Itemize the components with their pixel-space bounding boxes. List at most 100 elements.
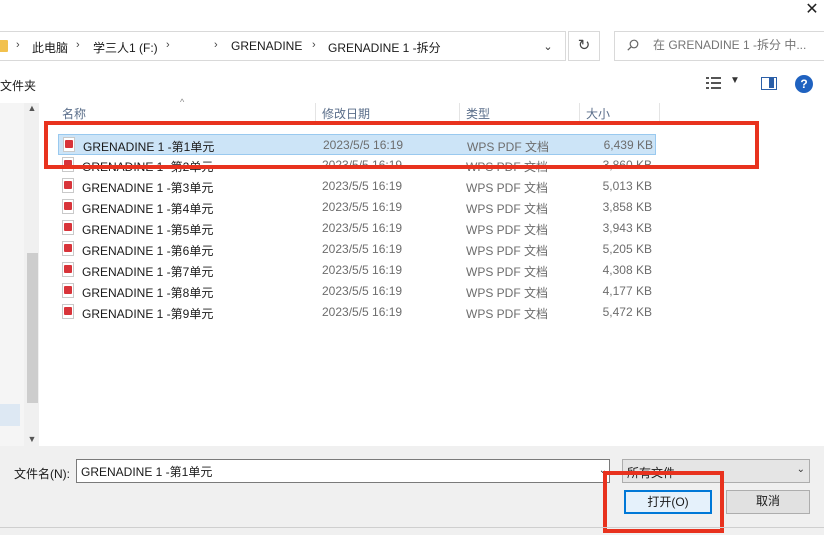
breadcrumb-current-folder[interactable]: GRENADINE 1 -拆分 (328, 39, 441, 56)
scrollbar-thumb[interactable] (27, 253, 38, 403)
breadcrumb-grenadine[interactable]: GRENADINE (231, 39, 302, 53)
column-header-name[interactable]: 名称 (62, 103, 86, 125)
navigation-pane (0, 103, 24, 446)
pdf-file-icon (62, 262, 74, 277)
file-row[interactable]: GRENADINE 1 -第6单元 2023/5/5 16:19 WPS PDF… (58, 239, 656, 260)
file-date: 2023/5/5 16:19 (322, 200, 403, 214)
open-button[interactable]: 打开(O) (624, 490, 712, 514)
pdf-file-icon (62, 199, 74, 214)
refresh-button[interactable]: ↻ (568, 31, 600, 61)
file-type: WPS PDF 文档 (467, 140, 550, 154)
address-dropdown-icon[interactable]: ⌄ (538, 38, 558, 56)
cancel-button[interactable]: 取消 (726, 490, 810, 514)
pdf-file-icon (62, 157, 74, 172)
file-name: GRENADINE 1 -第1单元 (83, 140, 215, 154)
sort-ascending-icon: ^ (180, 97, 185, 107)
breadcrumb-separator[interactable]: › (312, 39, 316, 51)
breadcrumb-drive[interactable]: 学三人1 (F:) (93, 39, 158, 56)
help-icon[interactable]: ? (795, 75, 813, 93)
filename-input[interactable] (76, 459, 610, 483)
file-type: WPS PDF 文档 (466, 160, 549, 174)
breadcrumb-separator[interactable]: › (214, 39, 218, 51)
view-dropdown-icon[interactable]: ▼ (730, 75, 740, 86)
column-divider[interactable] (579, 103, 580, 125)
breadcrumb-separator[interactable]: › (166, 39, 170, 51)
column-divider[interactable] (315, 103, 316, 125)
file-row[interactable]: GRENADINE 1 -第2单元 2023/5/5 16:19 WPS PDF… (58, 155, 656, 176)
file-date: 2023/5/5 16:19 (322, 305, 403, 319)
filename-label: 文件名(N): (14, 467, 70, 481)
file-name: GRENADINE 1 -第4单元 (82, 202, 214, 216)
file-size: 6,439 KB (603, 138, 653, 152)
file-type-filter-value: 所有文件 (627, 466, 676, 480)
file-type: WPS PDF 文档 (466, 244, 549, 258)
file-name: GRENADINE 1 -第6单元 (82, 244, 214, 258)
file-type: WPS PDF 文档 (466, 286, 549, 300)
pdf-file-icon (62, 304, 74, 319)
breadcrumb-separator[interactable]: › (16, 39, 20, 51)
new-folder-button[interactable]: 文件夹 (0, 77, 36, 94)
file-size: 5,013 KB (602, 179, 652, 193)
file-date: 2023/5/5 16:19 (323, 138, 404, 152)
pdf-file-icon (62, 178, 74, 193)
file-date: 2023/5/5 16:19 (322, 284, 403, 298)
file-type: WPS PDF 文档 (466, 307, 549, 321)
file-type: WPS PDF 文档 (466, 181, 549, 195)
column-divider[interactable] (659, 103, 660, 125)
file-row[interactable]: GRENADINE 1 -第9单元 2023/5/5 16:19 WPS PDF… (58, 302, 656, 323)
search-icon (627, 39, 639, 51)
pdf-file-icon (62, 283, 74, 298)
file-name: GRENADINE 1 -第2单元 (82, 160, 214, 174)
file-size: 3,858 KB (602, 200, 652, 214)
file-name: GRENADINE 1 -第5单元 (82, 223, 214, 237)
file-row[interactable]: GRENADINE 1 -第3单元 2023/5/5 16:19 WPS PDF… (58, 176, 656, 197)
file-date: 2023/5/5 16:19 (322, 158, 403, 172)
chevron-down-icon: ⌄ (796, 464, 805, 475)
file-size: 3,860 KB (602, 158, 652, 172)
pdf-file-icon (62, 220, 74, 235)
window-bottom-border (0, 527, 824, 528)
file-type: WPS PDF 文档 (466, 202, 549, 216)
column-header-size[interactable]: 大小 (586, 103, 610, 125)
file-row[interactable]: GRENADINE 1 -第5单元 2023/5/5 16:19 WPS PDF… (58, 218, 656, 239)
file-row[interactable]: GRENADINE 1 -第8单元 2023/5/5 16:19 WPS PDF… (58, 281, 656, 302)
file-name: GRENADINE 1 -第3单元 (82, 181, 214, 195)
file-size: 4,308 KB (602, 263, 652, 277)
breadcrumb-separator[interactable]: › (76, 39, 80, 51)
file-size: 3,943 KB (602, 221, 652, 235)
breadcrumb-this-pc[interactable]: 此电脑 (32, 39, 68, 56)
search-box[interactable] (614, 31, 824, 61)
navigation-scrollbar[interactable]: ▲ ▼ (24, 103, 39, 446)
file-date: 2023/5/5 16:19 (322, 179, 403, 193)
file-type-filter-select[interactable]: 所有文件 ⌄ (622, 459, 810, 483)
preview-pane-icon[interactable] (761, 77, 777, 90)
file-type: WPS PDF 文档 (466, 223, 549, 237)
file-size: 5,472 KB (602, 305, 652, 319)
file-name: GRENADINE 1 -第8单元 (82, 286, 214, 300)
column-header-type[interactable]: 类型 (466, 103, 490, 125)
file-row[interactable]: GRENADINE 1 -第7单元 2023/5/5 16:19 WPS PDF… (58, 260, 656, 281)
close-button[interactable]: ✕ (800, 0, 824, 22)
file-row[interactable]: GRENADINE 1 -第4单元 2023/5/5 16:19 WPS PDF… (58, 197, 656, 218)
file-row[interactable]: GRENADINE 1 -第1单元 2023/5/5 16:19 WPS PDF… (58, 134, 656, 155)
pdf-file-icon (62, 241, 74, 256)
scroll-up-icon[interactable]: ▲ (26, 103, 38, 113)
file-size: 5,205 KB (602, 242, 652, 256)
pdf-file-icon (63, 137, 75, 152)
search-input[interactable] (653, 38, 823, 52)
navigation-selected-item[interactable] (0, 404, 20, 426)
file-name: GRENADINE 1 -第9单元 (82, 307, 214, 321)
file-date: 2023/5/5 16:19 (322, 221, 403, 235)
file-type: WPS PDF 文档 (466, 265, 549, 279)
file-date: 2023/5/5 16:19 (322, 263, 403, 277)
scroll-down-icon[interactable]: ▼ (26, 434, 38, 444)
column-header-date[interactable]: 修改日期 (322, 103, 370, 125)
file-name: GRENADINE 1 -第7单元 (82, 265, 214, 279)
column-divider[interactable] (459, 103, 460, 125)
filename-dropdown-icon[interactable]: ⌄ (596, 460, 610, 482)
folder-icon (0, 40, 8, 52)
view-options-icon[interactable] (706, 76, 722, 90)
file-date: 2023/5/5 16:19 (322, 242, 403, 256)
address-bar[interactable]: › 此电脑 › 学三人1 (F:) › › GRENADINE › GRENAD… (0, 31, 566, 61)
file-size: 4,177 KB (602, 284, 652, 298)
